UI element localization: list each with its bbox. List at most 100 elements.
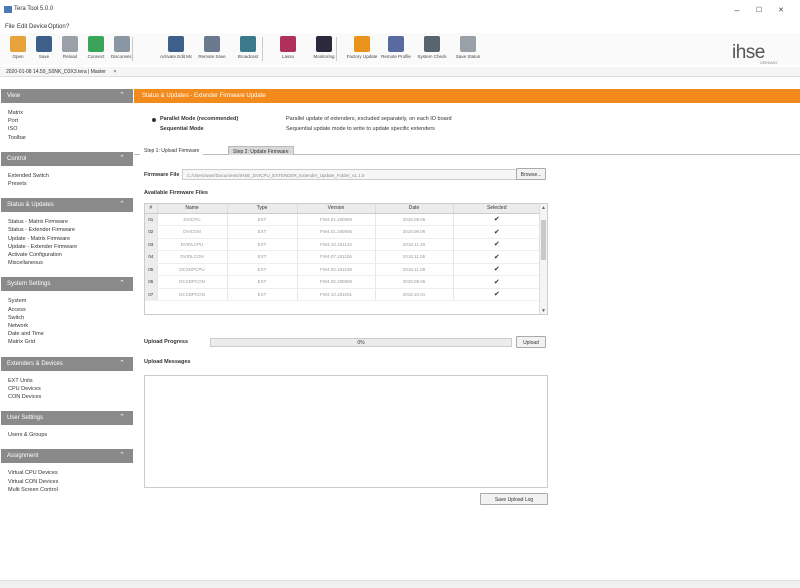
table-header-row: # Name Type Version Date Selected	[145, 204, 541, 214]
parallel-mode-description: Parallel update of extenders, excluded s…	[286, 116, 452, 122]
sidebar-item-con-devices[interactable]: CON Devices	[8, 394, 41, 400]
sidebar-item-update-matrix-firmware[interactable]: Update - Matrix Firmware	[8, 236, 70, 242]
menu-edit[interactable]: Edit	[17, 24, 27, 30]
scroll-thumb[interactable]	[541, 220, 546, 260]
sidebar-item-access[interactable]: Access	[8, 307, 26, 313]
sidebar-item-virtual-con-devices[interactable]: Virtual CON Devices	[8, 479, 58, 485]
system-check-button[interactable]: System Check	[416, 33, 448, 65]
column-header-version[interactable]: Version	[297, 204, 376, 214]
factory-update-button[interactable]: Factory Update	[346, 33, 378, 65]
browse-button[interactable]: Browse...	[516, 168, 546, 180]
column-header-number[interactable]: #	[145, 204, 158, 214]
upload-button[interactable]: Upload	[516, 336, 546, 348]
sequential-mode-radio[interactable]: Sequential Mode	[160, 126, 204, 132]
maximize-button[interactable]: ☐	[752, 6, 766, 14]
upload-messages-area[interactable]	[144, 375, 548, 488]
parallel-mode-radio-dot[interactable]	[152, 118, 156, 122]
document-tab[interactable]: 2020-01-08 14.59_S0NK_D3X3.tera | Master…	[6, 69, 116, 75]
column-header-date[interactable]: Date	[375, 204, 454, 214]
sidebar-item-network[interactable]: Network	[8, 323, 28, 329]
sidebar-item-system[interactable]: System	[8, 298, 26, 304]
sidebar-item-users-groups[interactable]: Users & Groups	[8, 432, 47, 438]
sidebar-item-port[interactable]: Port	[8, 118, 18, 124]
lasso-button[interactable]: Lasso	[272, 33, 304, 65]
sidebar-item-ext-units[interactable]: EXT Units	[8, 378, 33, 384]
selected-checkbox[interactable]: ✔	[453, 238, 541, 251]
table-row[interactable]: 06 DCXDPCON EXT FW4.06.180905 2018.09.05 ✔	[145, 275, 541, 289]
remote-save-button[interactable]: Remote Save	[196, 33, 228, 65]
selected-checkbox[interactable]: ✔	[453, 288, 541, 301]
table-row[interactable]: 03 DVIDLCPU EXT FW4.10.181120 2018.11.20 ✔	[145, 238, 541, 251]
sidebar-section-title: Assignment	[7, 453, 39, 460]
sidebar-section-assignment[interactable]: Assignment ⌃	[1, 449, 133, 464]
collapse-chevron-icon[interactable]: ⌃	[119, 451, 125, 459]
sidebar-section-view[interactable]: View ⌃	[1, 89, 133, 103]
parallel-mode-radio[interactable]: Parallel Mode (recommended)	[160, 116, 238, 122]
sidebar-item-virtual-cpu-devices[interactable]: Virtual CPU Devices	[8, 470, 58, 476]
sidebar-section-control[interactable]: Control ⌃	[1, 151, 133, 166]
save-upload-log-button[interactable]: Save Upload Log	[480, 493, 548, 505]
close-button[interactable]: ✕	[774, 6, 788, 14]
window-title: Tera Tool 5.0.0	[14, 6, 54, 12]
selected-checkbox[interactable]: ✔	[453, 213, 541, 226]
remote-profile-button[interactable]: Remote Profile	[380, 33, 412, 65]
sidebar-section-system-settings[interactable]: System Settings ⌃	[1, 277, 133, 292]
firmware-file-field[interactable]: C:/Users/user/Documents/IHSE_DVICPU_EXTE…	[182, 169, 522, 180]
tab-close-icon[interactable]: ×	[113, 69, 116, 75]
broadcast-button[interactable]: Broadcast	[232, 33, 264, 65]
table-row[interactable]: 04 DVIDLCON EXT FW4.07.181106 2018.11.06 ✔	[145, 250, 541, 264]
collapse-chevron-icon[interactable]: ⌃	[119, 91, 125, 99]
disconnect-icon	[114, 36, 130, 52]
menu-device[interactable]: Device	[29, 24, 47, 30]
sidebar-section-status-updates[interactable]: Status & Updates ⌃	[1, 198, 133, 213]
scroll-up-icon[interactable]: ▲	[541, 205, 546, 211]
toolbar-separator	[336, 37, 337, 61]
table-row[interactable]: 02 DVICON EXT FW4.01.180905 2018.09.05 ✔	[145, 225, 541, 239]
activate-edit-mode-button[interactable]: Activate Edit Mode	[160, 33, 192, 65]
sidebar-item-status-matrix-firmware[interactable]: Status - Matrix Firmware	[8, 219, 68, 225]
sidebar-item-update-extender-firmware[interactable]: Update - Extender Firmware	[8, 244, 77, 250]
selected-checkbox[interactable]: ✔	[453, 275, 541, 289]
sidebar-item-iso[interactable]: ISO	[8, 126, 17, 132]
selected-checkbox[interactable]: ✔	[453, 263, 541, 276]
sidebar-item-status-extender-firmware[interactable]: Status - Extender Firmware	[8, 227, 75, 233]
menu-file[interactable]: File	[5, 24, 15, 30]
minimize-button[interactable]: –	[730, 5, 744, 15]
sidebar-section-user-settings[interactable]: User Settings ⌃	[1, 411, 133, 426]
sidebar-section-extenders-devices[interactable]: Extenders & Devices ⌃	[1, 356, 133, 371]
sidebar-item-switch[interactable]: Switch	[8, 315, 24, 321]
sidebar-item-miscellaneous[interactable]: Miscellaneous	[8, 260, 43, 266]
column-header-name[interactable]: Name	[157, 204, 228, 214]
sidebar-item-multi-screen-control[interactable]: Multi Screen Control	[8, 487, 58, 493]
sidebar-item-extended-switch[interactable]: Extended Switch	[8, 173, 49, 179]
column-header-selected[interactable]: Selected	[453, 204, 541, 214]
save-status-button[interactable]: Save Status	[452, 33, 484, 65]
sidebar-item-date-and-time[interactable]: Date and Time	[8, 331, 44, 337]
scroll-down-icon[interactable]: ▼	[541, 308, 546, 314]
collapse-chevron-icon[interactable]: ⌃	[119, 413, 125, 421]
sidebar-item-activate-configuration[interactable]: Activate Configuration	[8, 252, 62, 258]
tab-update-firmware[interactable]: Step 2: Update Firmware	[228, 146, 294, 155]
selected-checkbox[interactable]: ✔	[453, 250, 541, 264]
sidebar-item-toolbar[interactable]: Toolbar	[8, 135, 26, 141]
table-scrollbar[interactable]: ▲ ▼	[539, 204, 547, 314]
sidebar-item-cpu-devices[interactable]: CPU Devices	[8, 386, 41, 392]
collapse-chevron-icon[interactable]: ⌃	[119, 154, 125, 162]
tab-upload-firmware[interactable]: Step 1: Upload Firmware	[140, 146, 204, 155]
collapse-chevron-icon[interactable]: ⌃	[119, 359, 125, 367]
sidebar-item-presets[interactable]: Presets	[8, 181, 27, 187]
sidebar-section-title: View	[7, 93, 20, 99]
table-row[interactable]: 07 DCXDPCON EXT FW4.10.181001 2018.10.01 ✔	[145, 288, 541, 301]
menu-option[interactable]: Option	[48, 24, 66, 30]
menu-help[interactable]: ?	[66, 24, 69, 30]
collapse-chevron-icon[interactable]: ⌃	[119, 279, 125, 287]
sidebar-item-matrix-grid[interactable]: Matrix Grid	[8, 339, 35, 345]
title-bar: Tera Tool 5.0.0 – ☐ ✕	[0, 0, 800, 22]
table-row[interactable]: 05 DCXDPCPU EXT FW4.02.181108 2018.11.08 ✔	[145, 263, 541, 276]
collapse-chevron-icon[interactable]: ⌃	[119, 200, 125, 208]
disconnect-button[interactable]: Disconnect	[106, 33, 138, 65]
column-header-type[interactable]: Type	[227, 204, 298, 214]
table-row[interactable]: 01 DVICPU EXT FW4.01.180905 2018.09.05 ✔	[145, 213, 541, 226]
sidebar-item-matrix[interactable]: Matrix	[8, 110, 23, 116]
selected-checkbox[interactable]: ✔	[453, 225, 541, 239]
